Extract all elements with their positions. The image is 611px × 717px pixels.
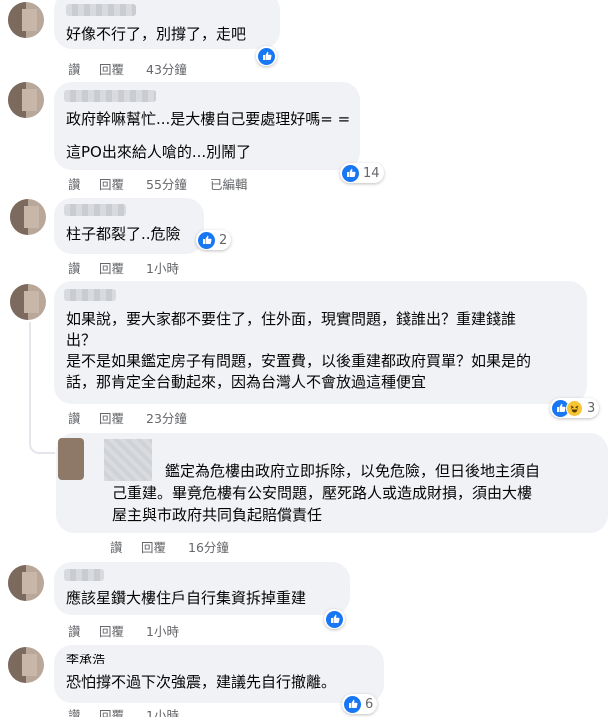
comment-text: 恐怕撐不過下次強震，建議先自行撤離。 [66, 673, 337, 691]
timestamp[interactable]: 1小時 [146, 621, 179, 640]
comment-text: 應該星鑽大樓住戶自行集資拆掉重建 [66, 589, 307, 607]
thread-line [29, 322, 31, 414]
reaction-count: 14 [363, 165, 380, 181]
like-icon [198, 231, 215, 249]
comment-text: 好像不行了，別撐了，走吧 [66, 25, 247, 43]
haha-icon [566, 399, 583, 417]
comment-text: 政府幹嘛幫忙...是大樓自己要處理好嗎= = [66, 110, 351, 128]
commenter-name[interactable] [64, 569, 104, 581]
like-icon [326, 610, 343, 628]
like-icon [258, 47, 275, 65]
like-link[interactable]: 讚 [68, 705, 81, 717]
reply-link[interactable]: 回覆 [99, 59, 124, 78]
comment-text: 己重建。畢竟危樓有公安問題，壓死路人或造成財損，須由大樓 [112, 484, 533, 502]
comment-text: 如果說，要大家都不要住了，住外面，現實問題，錢誰出？重建錢誰 [66, 310, 517, 328]
commenter-name[interactable] [64, 204, 126, 216]
reply-link[interactable]: 回覆 [99, 408, 124, 427]
reaction-summary[interactable]: 3 [550, 398, 600, 418]
reaction-count: 3 [587, 400, 596, 416]
like-link[interactable]: 讚 [68, 621, 81, 640]
like-link[interactable]: 讚 [68, 258, 81, 277]
like-icon [342, 164, 359, 182]
reply-link[interactable]: 回覆 [99, 705, 124, 717]
reaction-count: 2 [219, 232, 228, 248]
timestamp[interactable]: 1小時 [146, 258, 179, 277]
avatar[interactable] [8, 2, 44, 38]
replier-name[interactable] [104, 439, 152, 481]
timestamp[interactable]: 23分鐘 [146, 408, 187, 427]
timestamp[interactable]: 1小時 [146, 705, 179, 717]
avatar[interactable] [8, 565, 44, 601]
reaction-summary[interactable]: 6 [342, 694, 378, 714]
commenter-name[interactable] [66, 4, 136, 16]
reaction-summary[interactable] [324, 609, 345, 629]
comment-text: 鑑定為危樓由政府立即拆除，以免危險，但日後地主須自 [165, 462, 541, 480]
reaction-summary[interactable] [256, 46, 277, 66]
like-link[interactable]: 讚 [68, 408, 81, 427]
commenter-name[interactable] [64, 90, 156, 102]
avatar[interactable] [8, 647, 44, 683]
timestamp[interactable]: 16分鐘 [188, 537, 229, 556]
reply-link[interactable]: 回覆 [99, 174, 124, 193]
edited-label[interactable]: 已編輯 [210, 174, 248, 193]
timestamp[interactable]: 43分鐘 [146, 59, 187, 78]
reply-link[interactable]: 回覆 [99, 258, 124, 277]
avatar[interactable] [8, 82, 44, 118]
reply-link[interactable]: 回覆 [99, 621, 124, 640]
comment-text: 屋主與市政府共同負起賠償責任 [112, 506, 323, 524]
reply-link[interactable]: 回覆 [141, 537, 166, 556]
like-icon [344, 695, 361, 713]
comment-text: 出？ [66, 331, 97, 349]
like-link[interactable]: 讚 [68, 174, 81, 193]
avatar[interactable] [10, 284, 46, 320]
comment-text: 這PO出來給人嗆的...別鬧了 [66, 143, 252, 161]
like-link[interactable]: 讚 [68, 59, 81, 78]
comment-text: 是不是如果鑑定房子有問題，安置費，以後重建都政府買單？如果是的 [66, 352, 532, 370]
reaction-summary[interactable]: 14 [340, 163, 384, 183]
like-link[interactable]: 讚 [110, 537, 123, 556]
avatar[interactable] [10, 199, 46, 235]
comment-text: 話，那肯定全台動起來，因為台灣人不會放過這種便宜 [66, 373, 427, 391]
comment-text: 柱子都裂了..危險 [66, 225, 181, 243]
thread-connector [29, 414, 55, 454]
commenter-name[interactable]: 李承浩 [66, 654, 105, 664]
reaction-count: 6 [365, 696, 374, 712]
reply-avatar[interactable] [58, 438, 84, 480]
comment-actions: 讚 回覆 1小時 [68, 705, 208, 717]
commenter-name[interactable] [64, 289, 116, 301]
reaction-summary[interactable]: 2 [196, 230, 232, 250]
timestamp[interactable]: 55分鐘 [146, 174, 187, 193]
